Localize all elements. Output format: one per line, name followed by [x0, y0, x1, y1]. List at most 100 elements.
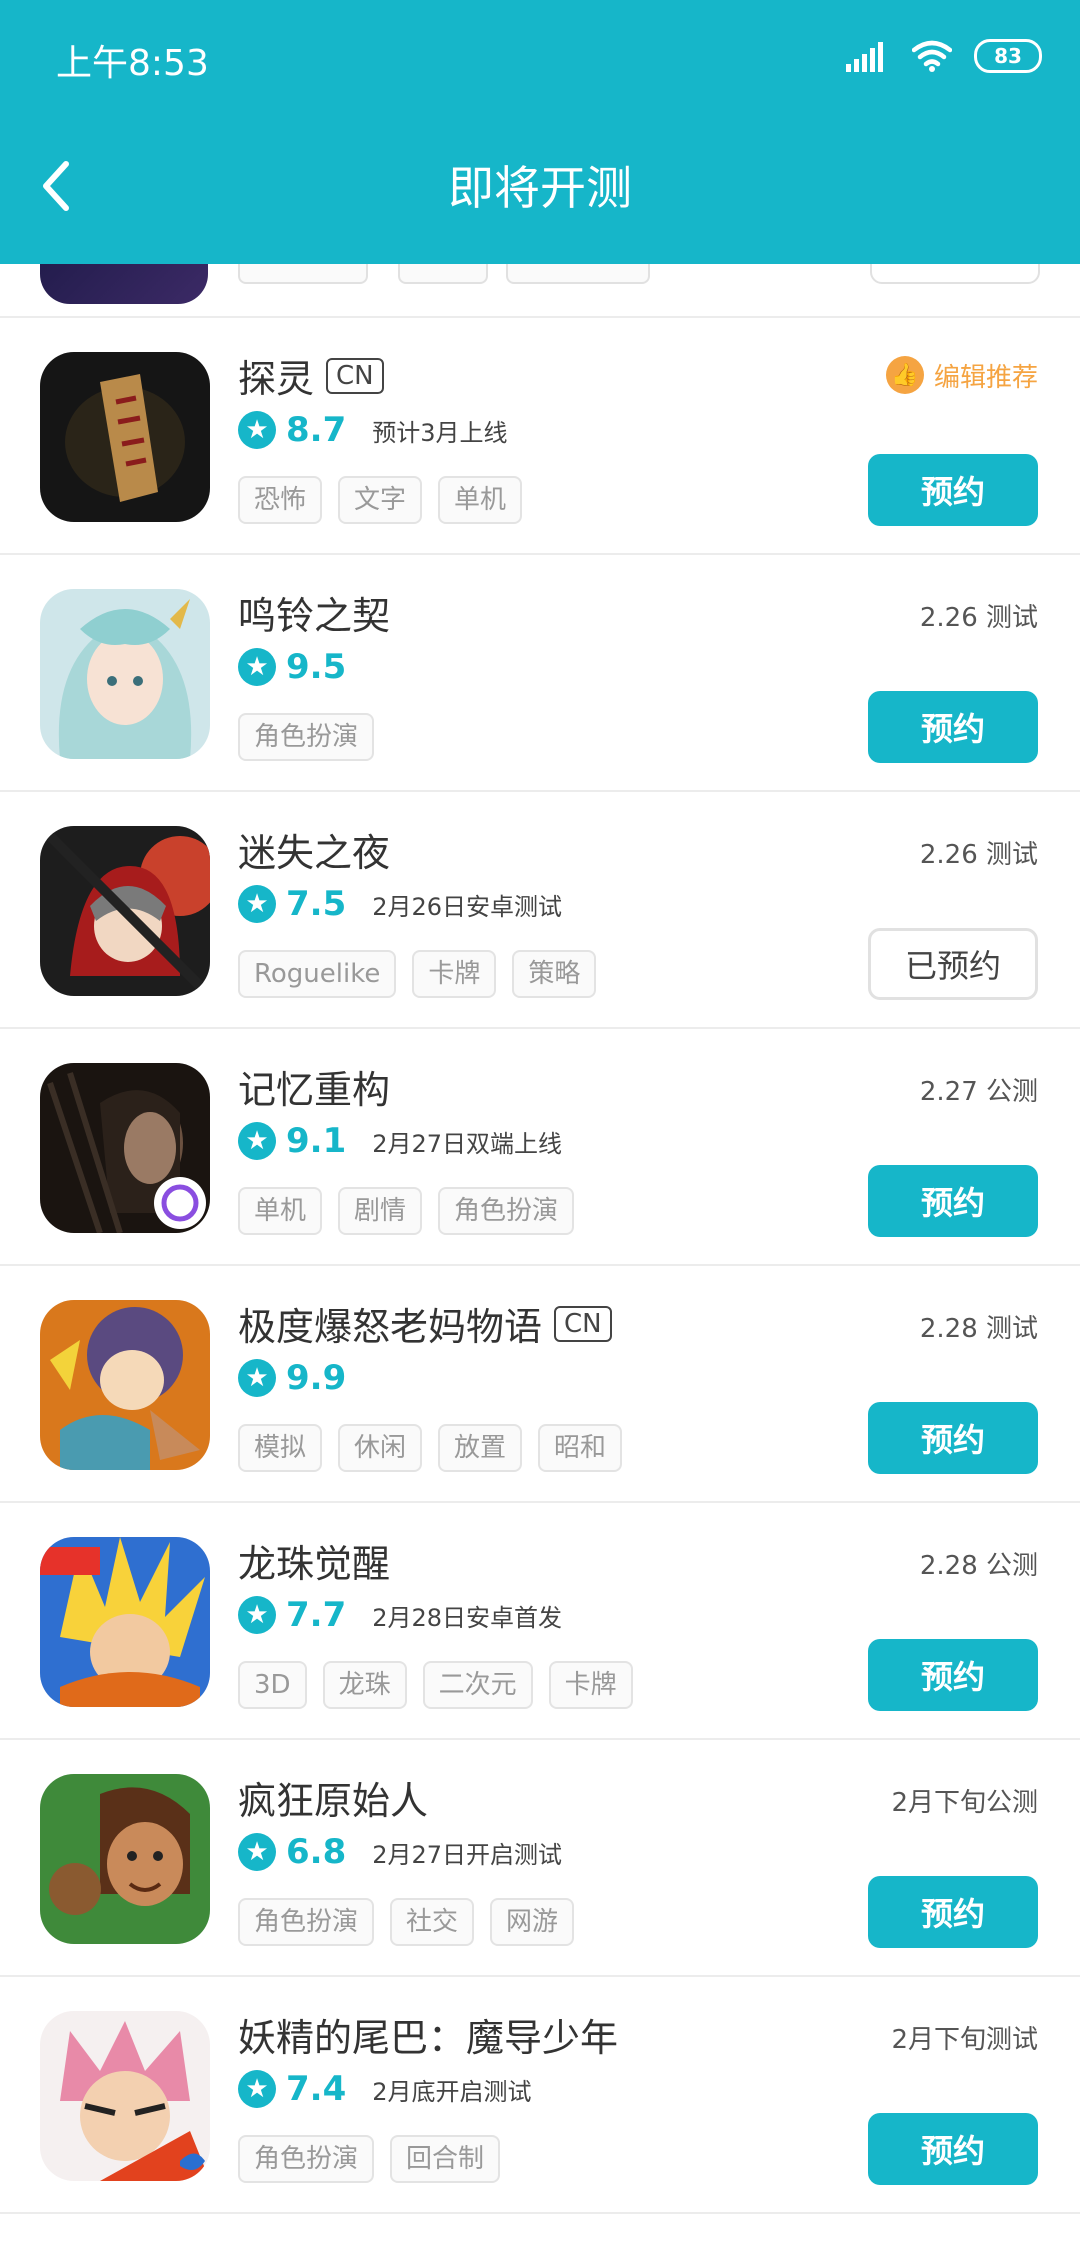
star-icon: ★: [238, 1122, 276, 1160]
game-score: 7.7: [286, 1595, 347, 1635]
tag[interactable]: 二次元: [422, 1661, 533, 1709]
tag-list: Roguelike 卡牌 策略: [238, 950, 597, 998]
star-icon: ★: [238, 1596, 276, 1634]
star-icon: ★: [238, 2070, 276, 2108]
reserve-button[interactable]: 预约: [868, 2113, 1038, 2185]
caveman-icon[interactable]: [40, 1774, 210, 1944]
talisman-icon[interactable]: [40, 352, 210, 522]
star-icon: ★: [238, 1833, 276, 1871]
game-score: 7.4: [286, 2069, 347, 2109]
list-item-game[interactable]: 龙珠觉醒 ★ 7.7 2月28日安卓首发 3D 龙珠 二次元 卡牌 2.28 公…: [0, 1503, 1080, 1740]
game-score: 7.5: [286, 884, 347, 924]
list-item-game[interactable]: 疯狂原始人 ★ 6.8 2月27日开启测试 角色扮演 社交 网游 2月下旬公测 …: [0, 1740, 1080, 1977]
test-status: 2.27 公测: [919, 1077, 1038, 1107]
test-status: 2.28 公测: [919, 1551, 1038, 1581]
tag[interactable]: 角色扮演: [238, 713, 375, 761]
game-icon-partial: [40, 264, 208, 304]
game-score: 9.5: [286, 647, 347, 687]
status-time: 上午8:53: [56, 43, 209, 84]
tag-partial: [238, 264, 368, 284]
star-icon: ★: [238, 885, 276, 923]
tag[interactable]: 网游: [490, 1898, 575, 1946]
cn-badge: CN: [554, 1305, 612, 1342]
anime-girl-icon[interactable]: [40, 589, 210, 759]
reserve-button[interactable]: 预约: [868, 1639, 1038, 1711]
tag[interactable]: 社交: [390, 1898, 475, 1946]
tag[interactable]: 剧情: [338, 1187, 423, 1235]
tag[interactable]: 单机: [238, 1187, 323, 1235]
status-icons: 83: [846, 36, 1042, 76]
game-list[interactable]: 探灵 CN ★ 8.7 预计3月上线 恐怖 文字 单机 👍 编辑推荐 预约 鸣铃…: [0, 264, 1080, 2244]
editor-pick-label: 编辑推荐: [933, 362, 1038, 393]
tag[interactable]: 角色扮演: [438, 1187, 575, 1235]
tag[interactable]: 角色扮演: [238, 1898, 375, 1946]
tag[interactable]: 单机: [438, 476, 523, 524]
reserve-button[interactable]: 预约: [868, 1165, 1038, 1237]
battery-level: 83: [994, 44, 1022, 68]
super-saiyan-icon[interactable]: [40, 1537, 210, 1707]
cn-badge: CN: [326, 357, 384, 394]
test-status: 2.28 测试: [919, 1314, 1038, 1344]
hooded-figure-icon[interactable]: [40, 826, 210, 996]
test-status: 2月下旬公测: [891, 1788, 1038, 1818]
release-note: 2月28日安卓首发: [372, 1603, 563, 1632]
release-note: 2月26日安卓测试: [372, 892, 563, 921]
reserve-button-partial[interactable]: [870, 264, 1040, 284]
reserve-button[interactable]: 预约: [868, 691, 1038, 763]
game-name: 迷失之夜: [238, 831, 391, 875]
list-item-partial: [0, 2214, 1080, 2244]
game-name: 记忆重构: [238, 1068, 391, 1112]
tag[interactable]: 回合制: [390, 2135, 501, 2183]
tag-list: 恐怖 文字 单机: [238, 476, 523, 524]
game-name: 极度爆怒老妈物语: [238, 1305, 543, 1349]
star-icon: ★: [238, 1359, 276, 1397]
signal-icon: [846, 42, 883, 72]
tag-list: 模拟 休闲 放置 昭和: [238, 1424, 623, 1472]
test-status: 2.26 测试: [919, 603, 1038, 633]
tag[interactable]: Roguelike: [238, 950, 397, 998]
tag[interactable]: 文字: [338, 476, 423, 524]
reserve-button[interactable]: 预约: [868, 1876, 1038, 1948]
tag[interactable]: 模拟: [238, 1424, 323, 1472]
reserved-button[interactable]: 已预约: [868, 928, 1038, 1000]
tag-list: 角色扮演 社交 网游: [238, 1898, 575, 1946]
star-icon: ★: [238, 411, 276, 449]
list-item-game[interactable]: 迷失之夜 ★ 7.5 2月26日安卓测试 Roguelike 卡牌 策略 2.2…: [0, 792, 1080, 1029]
list-item-game[interactable]: 极度爆怒老妈物语 CN ★ 9.9 模拟 休闲 放置 昭和 2.28 测试 预约: [0, 1266, 1080, 1503]
tag[interactable]: 昭和: [538, 1424, 623, 1472]
list-item-game[interactable]: 鸣铃之契 ★ 9.5 角色扮演 2.26 测试 预约: [0, 555, 1080, 792]
tag[interactable]: 3D: [238, 1661, 307, 1709]
app-bar: 上午8:53 83 即将开测: [0, 0, 1080, 264]
game-score: 9.1: [286, 1121, 347, 1161]
tag-partial: [398, 264, 488, 284]
tag[interactable]: 龙珠: [322, 1661, 407, 1709]
list-item-game[interactable]: 探灵 CN ★ 8.7 预计3月上线 恐怖 文字 单机 👍 编辑推荐 预约: [0, 318, 1080, 555]
tag-list: 角色扮演 回合制: [238, 2135, 501, 2183]
fairy-tail-icon[interactable]: [40, 2011, 210, 2181]
tag[interactable]: 恐怖: [238, 476, 323, 524]
game-name: 疯狂原始人: [238, 1779, 429, 1823]
reserve-button[interactable]: 预约: [868, 1402, 1038, 1474]
game-name: 探灵: [238, 357, 315, 401]
tag[interactable]: 放置: [438, 1424, 523, 1472]
dark-portrait-icon[interactable]: [40, 1063, 210, 1233]
tag[interactable]: 角色扮演: [238, 2135, 375, 2183]
reserve-button[interactable]: 预约: [868, 454, 1038, 526]
release-note: 2月底开启测试: [372, 2077, 532, 2106]
angry-mom-icon[interactable]: [40, 1300, 210, 1470]
editor-pick-badge: 👍 编辑推荐: [885, 356, 1038, 394]
tag[interactable]: 卡牌: [548, 1661, 633, 1709]
game-name: 鸣铃之契: [238, 594, 391, 638]
tag[interactable]: 休闲: [338, 1424, 423, 1472]
tag-list: 角色扮演: [238, 713, 375, 761]
star-icon: ★: [238, 648, 276, 686]
tag[interactable]: 策略: [512, 950, 597, 998]
list-item-partial[interactable]: [0, 264, 1080, 318]
release-note: 预计3月上线: [372, 418, 508, 447]
list-item-game[interactable]: 妖精的尾巴：魔导少年 ★ 7.4 2月底开启测试 角色扮演 回合制 2月下旬测试…: [0, 1977, 1080, 2214]
test-status: 2月下旬测试: [891, 2025, 1038, 2055]
test-status: 2.26 测试: [919, 840, 1038, 870]
game-score: 9.9: [286, 1358, 347, 1398]
list-item-game[interactable]: 记忆重构 ★ 9.1 2月27日双端上线 单机 剧情 角色扮演 2.27 公测 …: [0, 1029, 1080, 1266]
tag[interactable]: 卡牌: [412, 950, 497, 998]
